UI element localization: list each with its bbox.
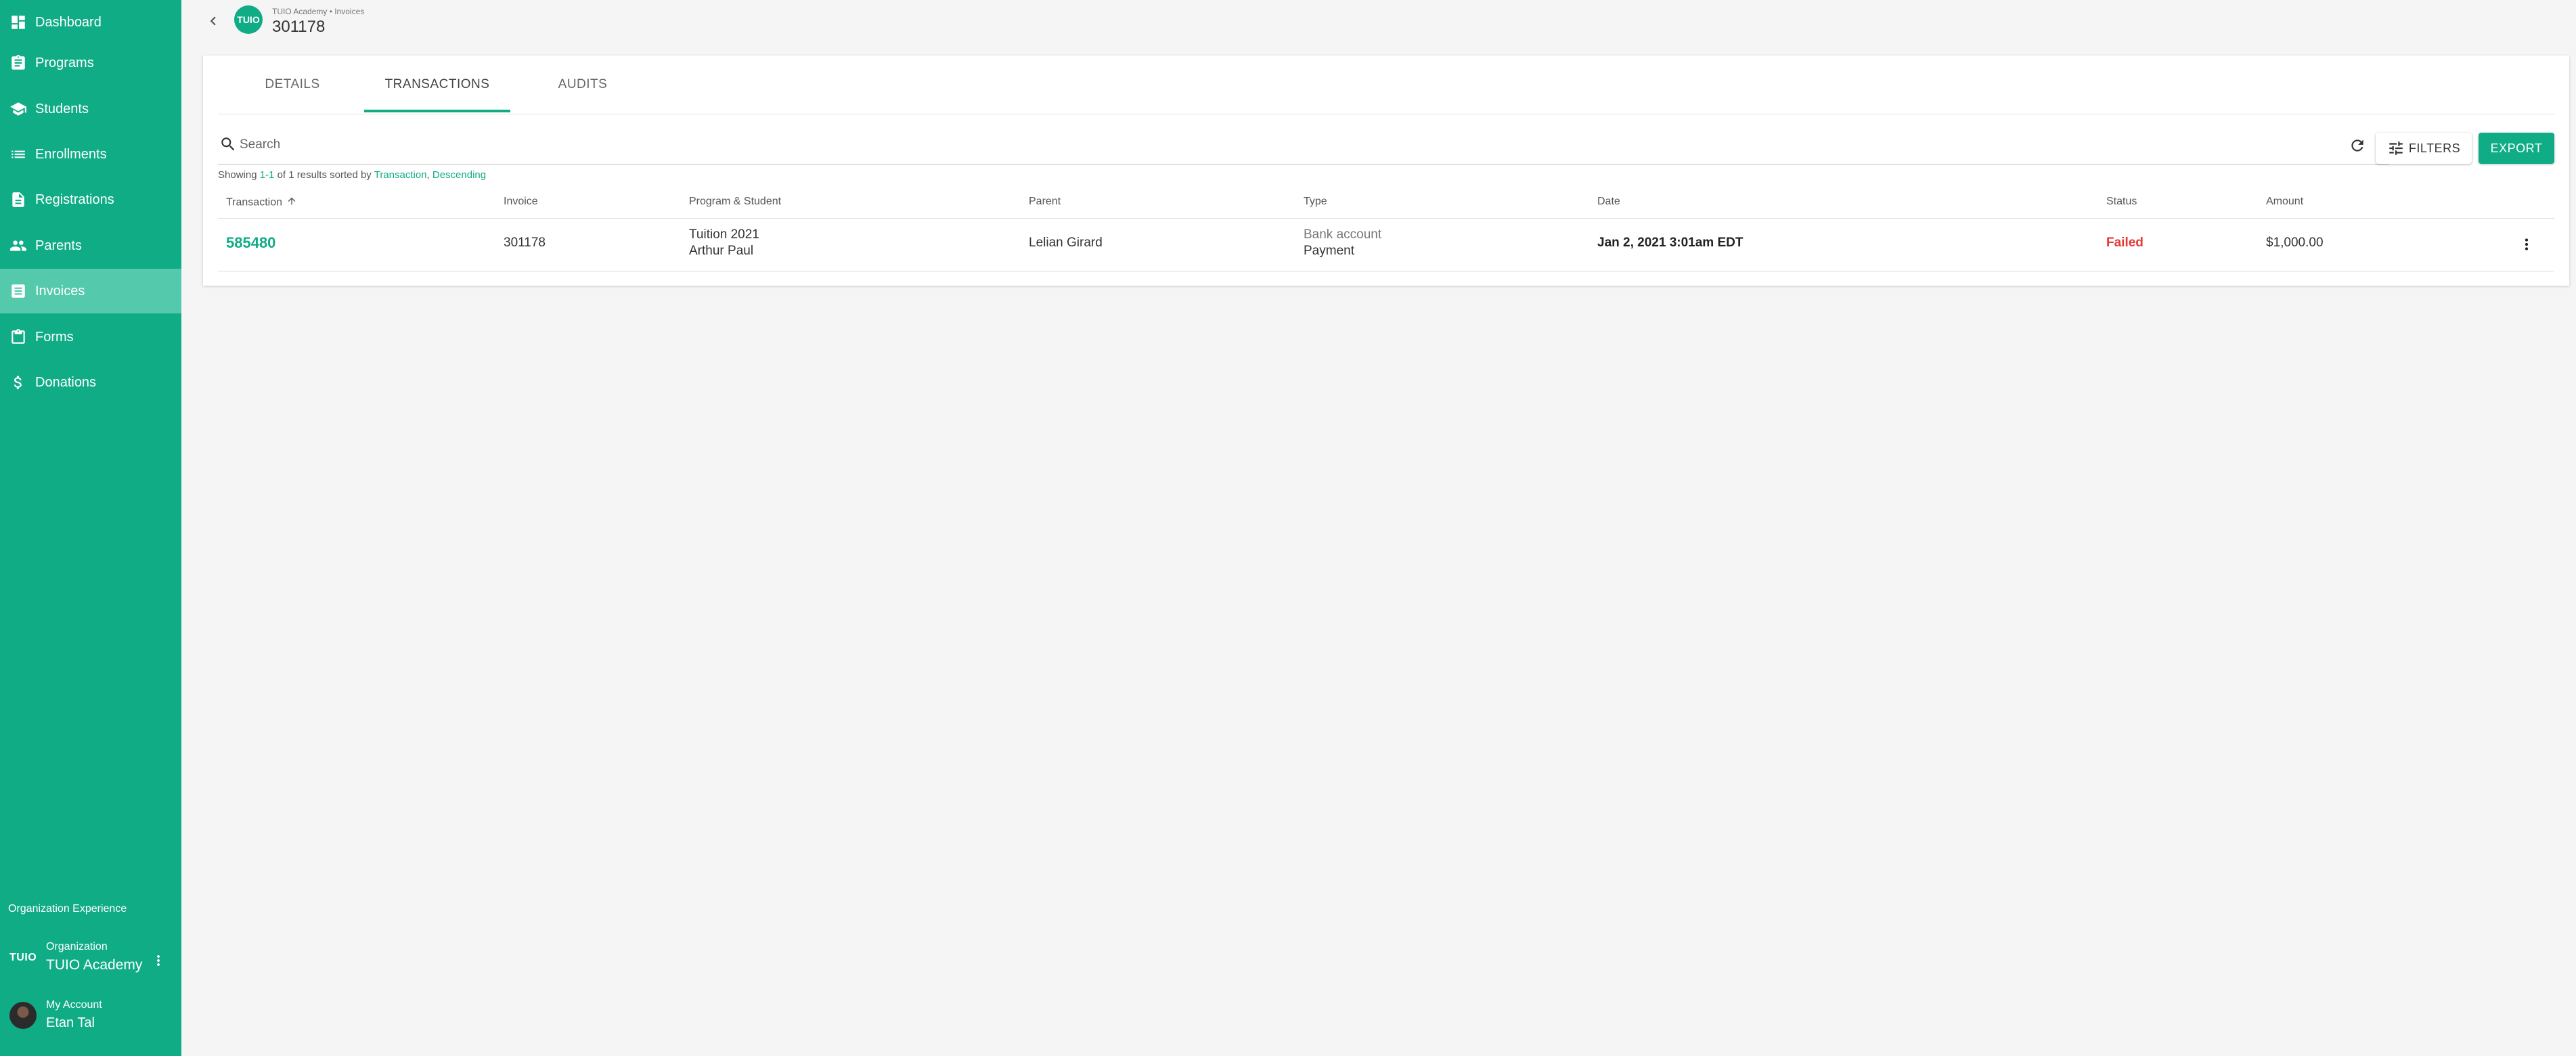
results-prefix: Showing xyxy=(218,169,260,181)
column-header-label: Type xyxy=(1304,196,1327,207)
sidebar-item-donations[interactable]: Donations xyxy=(0,360,181,405)
results-middle: of 1 results sorted by xyxy=(274,169,374,181)
school-icon xyxy=(9,100,27,118)
sidebar-item-parents[interactable]: Parents xyxy=(0,223,181,268)
list-icon xyxy=(9,146,27,163)
more-vert-icon[interactable] xyxy=(150,950,166,971)
row-more-button[interactable] xyxy=(2516,234,2537,255)
document-icon xyxy=(9,191,27,208)
sidebar-item-forms[interactable]: Forms xyxy=(0,315,181,359)
column-header-label: Invoice xyxy=(504,196,538,207)
organization-name: TUIO Academy xyxy=(46,957,143,973)
organization-small-label: Organization xyxy=(46,941,108,952)
tab-label: DETAILS xyxy=(265,77,320,91)
column-header-program-student[interactable]: Program & Student xyxy=(689,196,781,208)
date-cell: Jan 2, 2021 3:01am EDT xyxy=(1597,236,1744,250)
account-small-label: My Account xyxy=(46,999,102,1011)
organization-experience-label: Organization Experience xyxy=(8,903,127,915)
column-header-invoice[interactable]: Invoice xyxy=(504,196,538,208)
column-header-date[interactable]: Date xyxy=(1597,196,1620,208)
arrow-upward-icon xyxy=(286,196,297,210)
active-tab-indicator xyxy=(364,110,510,112)
sidebar-item-programs[interactable]: Programs xyxy=(0,41,181,85)
refresh-button[interactable] xyxy=(2347,135,2368,156)
sidebar-item-dashboard[interactable]: Dashboard xyxy=(0,0,181,45)
column-header-label: Parent xyxy=(1029,196,1061,207)
clipboard-icon xyxy=(9,54,27,72)
tune-icon xyxy=(2389,141,2403,155)
student-cell: Arthur Paul xyxy=(689,244,754,258)
search-input[interactable] xyxy=(238,134,2278,156)
invoice-card: DETAILS TRANSACTIONS AUDITS FILTERS EXPO… xyxy=(203,56,2569,286)
receipt-icon xyxy=(9,282,27,300)
tab-details[interactable]: DETAILS xyxy=(245,56,340,114)
chevron-left-icon xyxy=(210,16,216,26)
column-header-status[interactable]: Status xyxy=(2106,196,2137,208)
filters-button[interactable]: FILTERS xyxy=(2376,133,2472,164)
transaction-link[interactable]: 585480 xyxy=(226,234,275,252)
parent-cell: Lelian Girard xyxy=(1029,236,1103,250)
sidebar-item-label: Forms xyxy=(35,329,74,345)
column-header-type[interactable]: Type xyxy=(1304,196,1327,208)
breadcrumb: TUIO Academy • Invoices xyxy=(272,7,365,16)
back-button[interactable] xyxy=(203,9,223,32)
organization-logo: TUIO xyxy=(9,952,37,963)
people-icon xyxy=(9,237,27,255)
program-cell: Tuition 2021 xyxy=(689,227,759,242)
dashboard-icon xyxy=(9,14,27,31)
sidebar-item-label: Donations xyxy=(35,374,97,390)
tab-transactions[interactable]: TRANSACTIONS xyxy=(364,56,510,114)
sort-direction-link[interactable]: Descending xyxy=(432,169,486,181)
tab-label: TRANSACTIONS xyxy=(384,77,490,91)
table-header-divider xyxy=(218,218,2554,219)
sidebar-item-label: Parents xyxy=(35,238,82,253)
export-label: EXPORT xyxy=(2490,141,2543,155)
column-header-label: Date xyxy=(1597,196,1620,207)
sort-field-link[interactable]: Transaction xyxy=(374,169,427,181)
my-account[interactable]: My Account Etan Tal xyxy=(0,995,181,1042)
organization-switcher[interactable]: TUIO Organization TUIO Academy xyxy=(0,937,181,986)
search-icon xyxy=(219,135,237,153)
organization-logo-badge: TUIO xyxy=(234,5,263,34)
form-icon xyxy=(9,328,27,346)
results-separator: , xyxy=(426,169,432,181)
tab-label: AUDITS xyxy=(558,77,608,91)
payment-method-cell: Bank account xyxy=(1304,227,1382,242)
sidebar-item-label: Invoices xyxy=(35,283,85,299)
account-name: Etan Tal xyxy=(46,1015,95,1030)
sidebar-item-label: Dashboard xyxy=(35,14,102,30)
column-header-label: Amount xyxy=(2266,196,2304,207)
page-title: 301178 xyxy=(272,18,326,36)
export-button[interactable]: EXPORT xyxy=(2479,133,2554,164)
column-header-label: Status xyxy=(2106,196,2137,207)
avatar xyxy=(9,1002,37,1029)
status-badge: Failed xyxy=(2106,236,2144,250)
sidebar-item-enrollments[interactable]: Enrollments xyxy=(0,132,181,177)
invoice-cell: 301178 xyxy=(504,236,546,250)
refresh-icon xyxy=(2351,139,2363,152)
results-range: 1-1 xyxy=(259,169,275,181)
sidebar-item-label: Programs xyxy=(35,55,94,70)
dollar-icon xyxy=(9,374,27,391)
tab-audits[interactable]: AUDITS xyxy=(541,56,624,114)
column-header-label: Transaction xyxy=(226,196,282,208)
filters-label: FILTERS xyxy=(2408,141,2461,155)
column-header-amount[interactable]: Amount xyxy=(2266,196,2303,208)
more-vert-icon xyxy=(2525,238,2529,250)
column-header-transaction[interactable]: Transaction xyxy=(226,196,297,210)
sidebar-item-registrations[interactable]: Registrations xyxy=(0,177,181,222)
column-header-label: Program & Student xyxy=(689,196,782,207)
sidebar-item-students[interactable]: Students xyxy=(0,87,181,131)
results-summary: Showing 1-1 of 1 results sorted by Trans… xyxy=(218,169,486,181)
sidebar: Dashboard Programs Students Enrollments … xyxy=(0,0,181,1056)
column-header-parent[interactable]: Parent xyxy=(1029,196,1061,208)
sidebar-item-invoices[interactable]: Invoices xyxy=(0,269,181,313)
amount-cell: $1,000.00 xyxy=(2266,236,2324,250)
sidebar-item-label: Students xyxy=(35,101,89,116)
sidebar-item-label: Enrollments xyxy=(35,146,107,162)
payment-type-cell: Payment xyxy=(1304,244,1354,258)
sidebar-item-label: Registrations xyxy=(35,192,114,207)
